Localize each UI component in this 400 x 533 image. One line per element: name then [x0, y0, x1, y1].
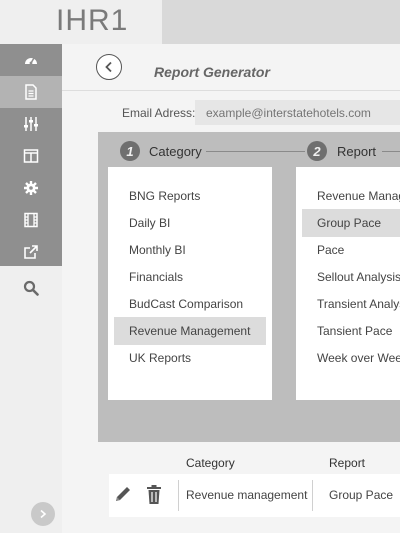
summary-category-value: Revenue management — [186, 488, 308, 502]
step-1-number: 1 — [120, 141, 140, 161]
report-item[interactable]: Tansient Pace — [302, 317, 400, 345]
email-label: Email Adress: — [122, 106, 196, 120]
category-item[interactable]: Financials — [114, 263, 266, 291]
pencil-icon — [116, 487, 130, 501]
film-icon — [24, 212, 38, 228]
category-item[interactable]: BNG Reports — [114, 182, 266, 210]
category-item-selected[interactable]: Revenue Management — [114, 317, 266, 345]
logo-bar: IHR1 — [0, 0, 162, 44]
external-link-icon — [24, 245, 38, 259]
title-divider — [62, 90, 400, 91]
trash-icon — [147, 485, 161, 504]
delete-button[interactable] — [145, 484, 163, 511]
chevron-right-icon — [40, 509, 47, 519]
summary-header-category: Category — [186, 456, 235, 470]
step-2-number: 2 — [307, 141, 327, 161]
sidebar-item-reports[interactable] — [0, 76, 62, 108]
sidebar-nav — [0, 44, 62, 266]
sidebar-item-media[interactable] — [0, 204, 62, 236]
sidebar-item-settings-sliders[interactable] — [0, 108, 62, 140]
selection-panel: 1 Category 2 Report BNG Reports Daily BI… — [98, 132, 400, 442]
header-bar — [162, 0, 400, 44]
report-item[interactable]: Sellout Analysis — [302, 263, 400, 291]
category-item[interactable]: BudCast Comparison — [114, 290, 266, 318]
report-item[interactable]: Transient Analysis — [302, 290, 400, 318]
search-icon — [23, 280, 39, 296]
sidebar-search[interactable] — [0, 272, 62, 304]
sidebar-item-dashboard[interactable] — [0, 44, 62, 76]
sliders-icon — [24, 117, 38, 131]
category-item[interactable]: UK Reports — [114, 344, 266, 372]
summary-row: Revenue management Group Pace — [109, 474, 400, 517]
step-2-label: Report — [337, 144, 377, 159]
gear-icon — [24, 181, 38, 195]
report-item[interactable]: Revenue Management — [302, 182, 400, 210]
report-item-selected[interactable]: Group Pace — [302, 209, 400, 237]
step-1-label: Category — [149, 144, 202, 159]
summary-header-report: Report — [329, 456, 366, 470]
report-item[interactable]: Pace — [302, 236, 400, 264]
back-button[interactable] — [96, 54, 122, 80]
step-connector — [206, 151, 305, 152]
report-list: Revenue Management Group Pace Pace Sello… — [296, 167, 400, 400]
page-title: Report Generator — [154, 64, 270, 80]
sidebar-item-external[interactable] — [0, 236, 62, 268]
document-icon — [25, 84, 37, 100]
category-item[interactable]: Monthly BI — [114, 236, 266, 264]
sidebar-expand-button[interactable] — [31, 502, 55, 526]
category-list: BNG Reports Daily BI Monthly BI Financia… — [108, 167, 272, 400]
email-input[interactable] — [195, 100, 400, 125]
dashboard-icon — [25, 57, 37, 65]
main-content: Report Generator Email Adress: 1 Categor… — [62, 44, 400, 533]
summary-divider — [312, 480, 313, 511]
sidebar — [0, 44, 62, 533]
app-logo: IHR1 — [56, 4, 129, 37]
summary-divider — [178, 480, 179, 511]
chevron-left-icon — [105, 61, 112, 73]
columns-icon — [23, 149, 39, 163]
category-item[interactable]: Daily BI — [114, 209, 266, 237]
step-connector-tail — [382, 151, 400, 152]
sidebar-item-settings[interactable] — [0, 172, 62, 204]
sidebar-item-columns[interactable] — [0, 140, 62, 172]
edit-button[interactable] — [113, 484, 133, 509]
summary-report-value: Group Pace — [329, 488, 394, 502]
report-item[interactable]: Week over Week — [302, 344, 400, 372]
